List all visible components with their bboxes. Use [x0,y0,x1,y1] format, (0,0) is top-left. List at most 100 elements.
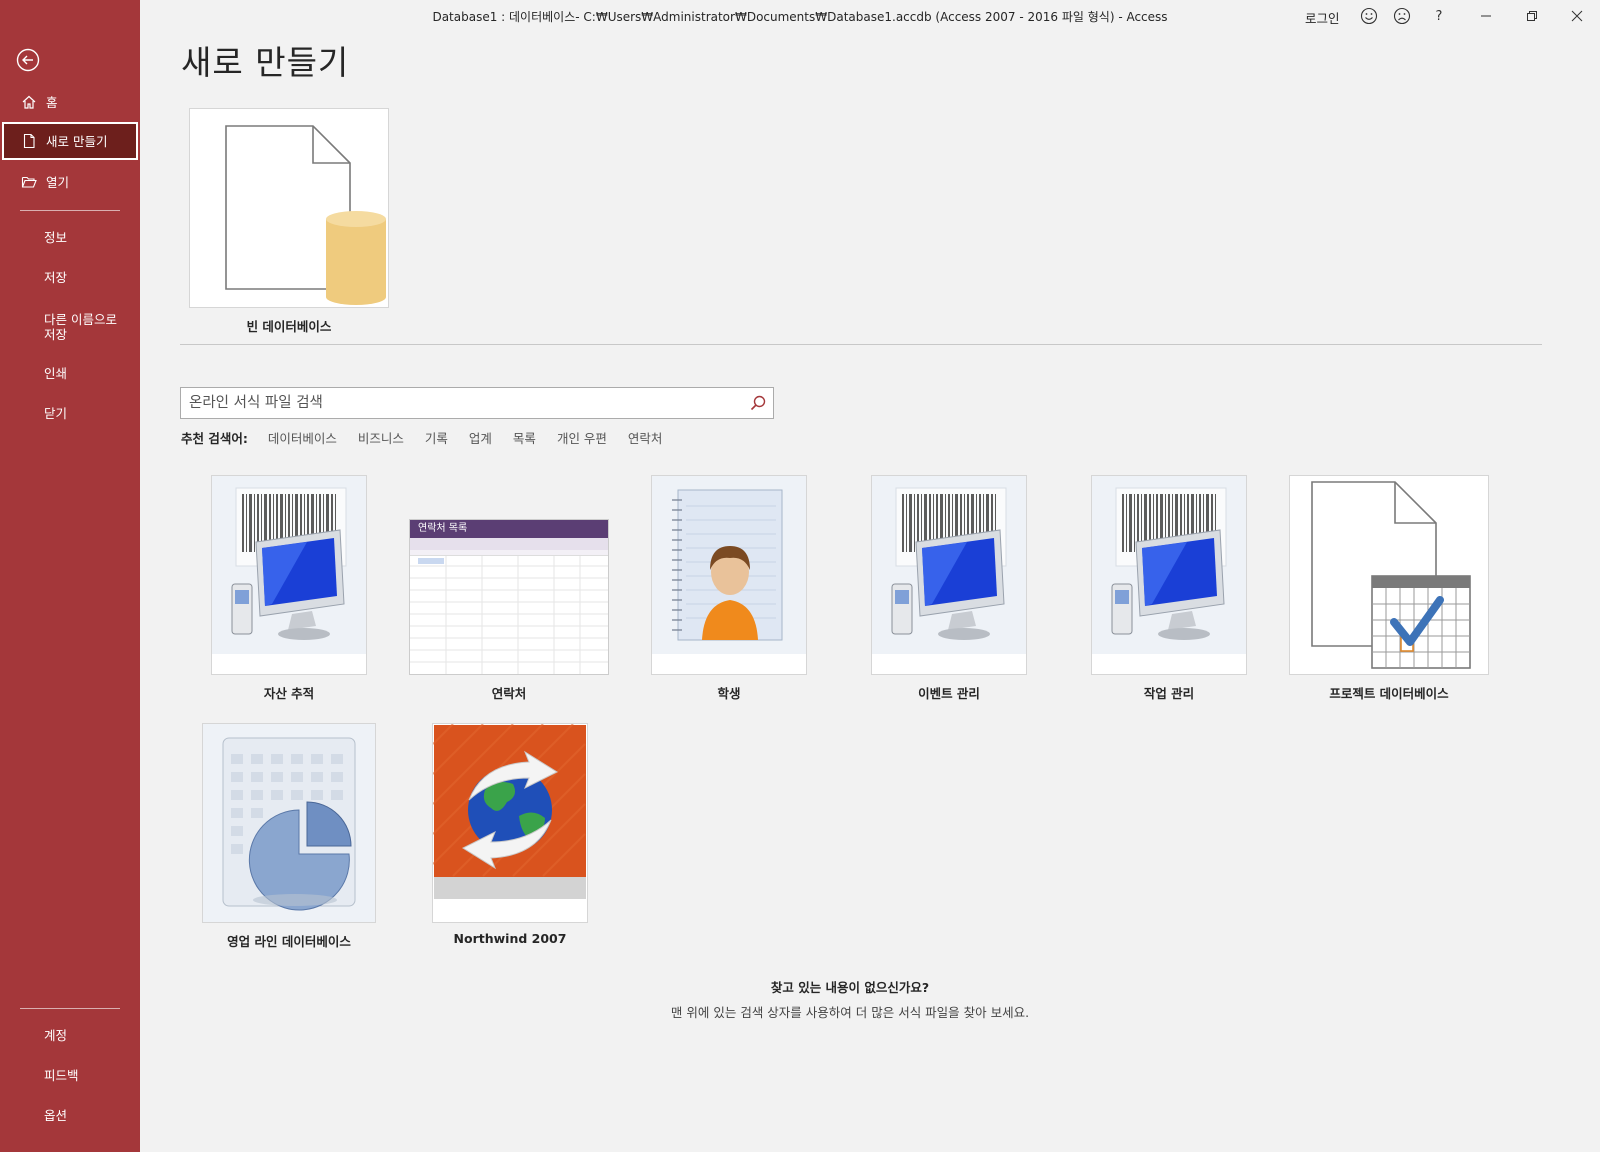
template-thumbnail [432,723,588,923]
page-title: 새로 만들기 [181,43,350,82]
student-notebook-icon [652,489,806,674]
suggested-search-link[interactable]: 업계 [469,428,492,447]
sidebar-item-label: 새로 만들기 [46,133,108,149]
not-found-heading: 찾고 있는 내용이 없으신가요? [770,980,930,995]
blank-database-thumbnail [189,108,389,308]
suggested-search-link[interactable]: 목록 [513,428,536,447]
template-thumbnail [1289,475,1489,675]
grid-lines [410,556,608,674]
not-found-text: 맨 위에 있는 검색 상자를 사용하여 더 많은 서식 파일을 찾아 보세요. [670,1005,1030,1020]
template-tile-project-database[interactable]: 프로젝트 데이터베이스 [1289,475,1489,707]
sidebar-item-label: 홈 [46,94,58,110]
tile-label: 작업 관리 [1143,686,1195,701]
section-divider [180,344,1542,345]
close-window-button[interactable] [1564,4,1590,28]
computer-barcode-icon [1092,476,1246,674]
computer-barcode-icon [212,476,366,674]
help-button[interactable]: ? [1426,4,1452,28]
suggested-search-link[interactable]: 데이터베이스 [268,428,337,447]
blank-database-icon [225,125,386,305]
suggested-searches: 추천 검색어: 데이터베이스 비즈니스 기록 업계 목록 개인 우편 연락처 [181,428,683,447]
search-icon [750,395,766,411]
restore-icon [1527,11,1537,21]
smiley-icon [1360,7,1378,25]
template-tile-sales-pipeline[interactable]: 영업 라인 데이터베이스 [202,723,376,955]
back-arrow-icon [16,48,40,72]
backstage-sidebar: 홈 새로 만들기 열기 정보 저장 다른 이름으로 저장 인쇄 닫기 계정 피드… [0,0,140,1152]
template-search-input[interactable] [181,388,743,418]
sidebar-item-open[interactable]: 열기 [2,163,138,201]
template-tile-contacts[interactable]: 연락처 목록 연락처 [409,475,609,707]
template-tile-event-management[interactable]: 이벤트 관리 [871,475,1027,707]
blank-database-tile[interactable]: 빈 데이터베이스 [189,108,389,340]
restore-button[interactable] [1519,4,1545,28]
tile-label: 빈 데이터베이스 [246,319,332,334]
frown-icon [1393,7,1411,25]
tile-label: Northwind 2007 [453,931,567,946]
tile-label: 이벤트 관리 [918,686,980,701]
tile-label: 자산 추적 [263,686,315,701]
sidebar-item-options[interactable]: 옵션 [2,1096,138,1134]
suggested-search-link[interactable]: 개인 우편 [557,428,607,447]
smile-feedback-button[interactable] [1356,4,1382,28]
computer-barcode-icon [872,476,1026,674]
sidebar-item-save[interactable]: 저장 [2,258,138,296]
back-button[interactable] [14,46,42,74]
template-thumbnail [1091,475,1247,675]
minimize-button[interactable] [1473,4,1499,28]
sidebar-item-label: 계정 [44,1027,68,1043]
window-title: Database1 : 데이터베이스- C:₩Users₩Administrat… [432,10,1168,24]
sidebar-item-close[interactable]: 닫기 [2,394,138,432]
sidebar-item-label: 옵션 [44,1107,68,1123]
sidebar-item-new[interactable]: 새로 만들기 [2,122,138,160]
sidebar-item-save-as[interactable]: 다른 이름으로 저장 [2,307,138,347]
sidebar-item-label: 피드백 [44,1067,79,1083]
sidebar-item-feedback[interactable]: 피드백 [2,1056,138,1094]
template-tile-task-management[interactable]: 작업 관리 [1091,475,1247,707]
sidebar-item-label: 닫기 [44,405,68,421]
tile-label: 학생 [717,686,741,701]
suggested-search-link[interactable]: 비즈니스 [358,428,404,447]
help-icon: ? [1435,8,1443,24]
sidebar-divider [20,210,120,211]
template-tile-students[interactable]: 학생 [651,475,807,707]
tile-label: 연락처 [491,686,527,701]
template-search-box [180,387,774,419]
sidebar-item-account[interactable]: 계정 [2,1016,138,1054]
template-tile-northwind[interactable]: Northwind 2007 [432,723,588,955]
sidebar-item-label: 정보 [44,229,68,245]
template-thumbnail: 연락처 목록 [409,475,609,675]
minimize-icon [1481,15,1491,17]
tile-label: 영업 라인 데이터베이스 [227,934,351,949]
suggested-search-link[interactable]: 연락처 [628,428,663,447]
template-thumbnail [202,723,376,923]
new-document-icon [20,132,38,150]
tile-label: 프로젝트 데이터베이스 [1329,686,1449,701]
pie-chart-icon [222,737,356,911]
sidebar-divider [20,1008,120,1009]
sidebar-item-label: 저장 [44,269,68,285]
template-tile-asset-tracking[interactable]: 자산 추적 [211,475,367,707]
sidebar-item-info[interactable]: 정보 [2,218,138,256]
template-thumbnail [871,475,1027,675]
sidebar-item-label: 인쇄 [44,365,68,381]
suggested-searches-label: 추천 검색어: [181,431,248,446]
sidebar-item-print[interactable]: 인쇄 [2,354,138,392]
globe-arrows-icon [433,724,586,899]
login-link[interactable]: 로그인 [1305,8,1340,27]
template-thumbnail [211,475,367,675]
template-thumbnail [651,475,807,675]
suggested-search-link[interactable]: 기록 [425,428,448,447]
sidebar-item-label: 다른 이름으로 저장 [44,312,117,342]
search-button[interactable] [743,388,773,418]
home-icon [20,93,38,111]
close-icon [1571,10,1583,22]
not-found-message: 찾고 있는 내용이 없으신가요? 맨 위에 있는 검색 상자를 사용하여 더 많… [600,977,1100,1021]
frown-feedback-button[interactable] [1389,4,1415,28]
open-folder-icon [20,173,38,191]
contacts-preview-title: 연락처 목록 [410,520,608,538]
calendar-check-icon [1311,481,1471,669]
contacts-list-preview: 연락처 목록 [409,519,609,675]
sidebar-item-label: 열기 [46,174,70,190]
sidebar-item-home[interactable]: 홈 [2,83,138,121]
